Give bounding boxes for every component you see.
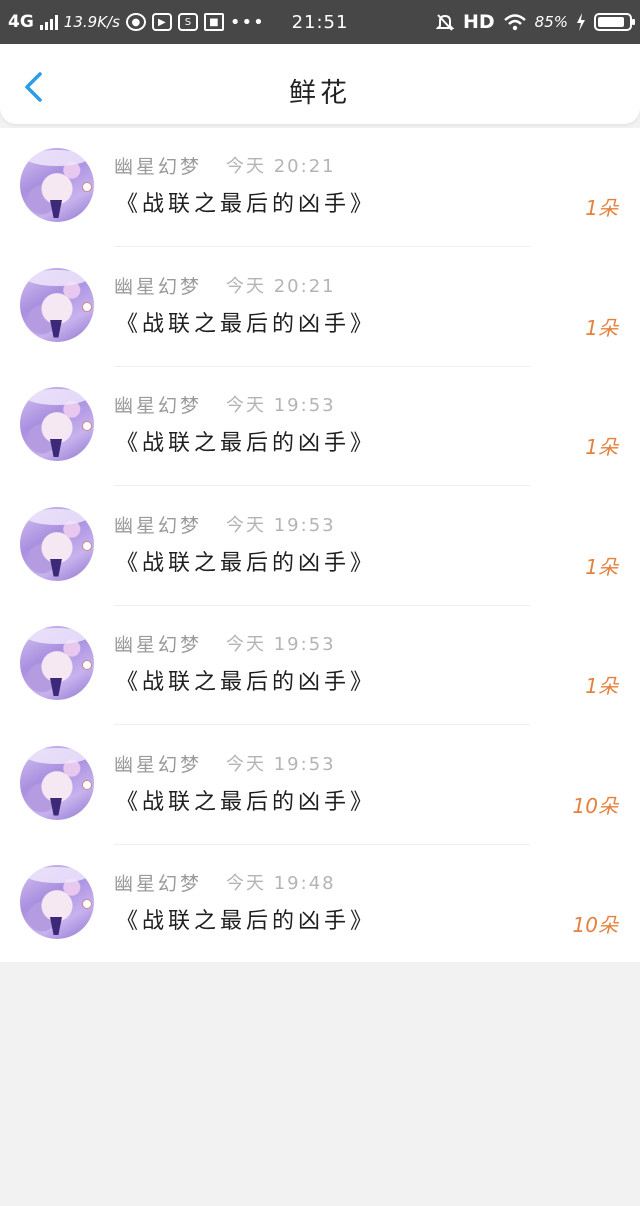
avatar[interactable] xyxy=(20,865,94,939)
battery-percent: 85% xyxy=(534,13,568,31)
book-title[interactable]: 《战联之最后的凶手》 xyxy=(116,664,376,696)
wifi-icon xyxy=(503,14,526,31)
list-item[interactable]: 幽星幻梦 今天 19:53 《战联之最后的凶手》 1朵 xyxy=(0,487,640,606)
list-item[interactable]: 幽星幻梦 今天 19:48 《战联之最后的凶手》 10朵 xyxy=(0,845,640,964)
book-title[interactable]: 《战联之最后的凶手》 xyxy=(116,186,376,218)
mute-bell-icon xyxy=(435,14,455,31)
book-title[interactable]: 《战联之最后的凶手》 xyxy=(116,425,376,457)
avatar[interactable] xyxy=(20,626,94,700)
status-bar-right: HD 85% xyxy=(435,0,635,44)
avatar[interactable] xyxy=(20,148,94,222)
app-header: 鲜花 xyxy=(0,44,640,124)
list-item[interactable]: 幽星幻梦 今天 19:53 《战联之最后的凶手》 10朵 xyxy=(0,726,640,845)
flower-count: 1朵 xyxy=(585,554,618,579)
avatar[interactable] xyxy=(20,745,94,820)
user-name[interactable]: 幽星幻梦 xyxy=(114,750,202,777)
avatar[interactable] xyxy=(20,267,94,342)
book-title[interactable]: 《战联之最后的凶手》 xyxy=(116,784,376,816)
book-title[interactable]: 《战联之最后的凶手》 xyxy=(116,306,376,338)
hd-indicator: HD xyxy=(462,11,495,33)
flower-count: 1朵 xyxy=(585,435,618,459)
timestamp: 今天 20:21 xyxy=(226,156,336,177)
user-name[interactable]: 幽星幻梦 xyxy=(114,869,202,896)
flower-record-list: 幽星幻梦 今天 20:21 《战联之最后的凶手》 1朵 幽星幻梦 今天 20:2… xyxy=(0,128,640,962)
flower-count: 10朵 xyxy=(572,913,618,937)
battery-fill xyxy=(598,17,624,27)
status-bar: 4G 13.9K/s ● ▶ S ■ ••• 21:51 HD 85% xyxy=(0,0,640,44)
book-title[interactable]: 《战联之最后的凶手》 xyxy=(116,545,376,577)
flower-count: 1朵 xyxy=(585,674,618,698)
timestamp: 今天 19:48 xyxy=(226,873,336,894)
page-title: 鲜花 xyxy=(289,77,351,109)
timestamp: 今天 20:21 xyxy=(226,275,336,297)
back-arrow-icon[interactable] xyxy=(22,72,46,102)
user-name[interactable]: 幽星幻梦 xyxy=(114,511,202,538)
flower-count: 1朵 xyxy=(585,196,618,220)
book-title[interactable]: 《战联之最后的凶手》 xyxy=(116,903,376,935)
list-item[interactable]: 幽星幻梦 今天 20:21 《战联之最后的凶手》 1朵 xyxy=(0,128,640,247)
user-name[interactable]: 幽星幻梦 xyxy=(114,272,202,299)
charging-icon xyxy=(577,13,585,31)
avatar[interactable] xyxy=(20,506,94,581)
flower-count: 1朵 xyxy=(585,315,618,340)
user-name[interactable]: 幽星幻梦 xyxy=(114,630,202,657)
list-item[interactable]: 幽星幻梦 今天 19:53 《战联之最后的凶手》 1朵 xyxy=(0,367,640,486)
timestamp: 今天 19:53 xyxy=(226,395,336,416)
timestamp: 今天 19:53 xyxy=(226,753,336,775)
battery-icon xyxy=(594,13,635,31)
timestamp: 今天 19:53 xyxy=(226,634,336,655)
list-item[interactable]: 幽星幻梦 今天 19:53 《战联之最后的凶手》 1朵 xyxy=(0,606,640,725)
timestamp: 今天 19:53 xyxy=(226,514,336,536)
list-item[interactable]: 幽星幻梦 今天 20:21 《战联之最后的凶手》 1朵 xyxy=(0,248,640,367)
flower-count: 10朵 xyxy=(572,793,618,818)
user-name[interactable]: 幽星幻梦 xyxy=(114,152,202,179)
avatar[interactable] xyxy=(20,387,94,461)
user-name[interactable]: 幽星幻梦 xyxy=(114,391,202,418)
